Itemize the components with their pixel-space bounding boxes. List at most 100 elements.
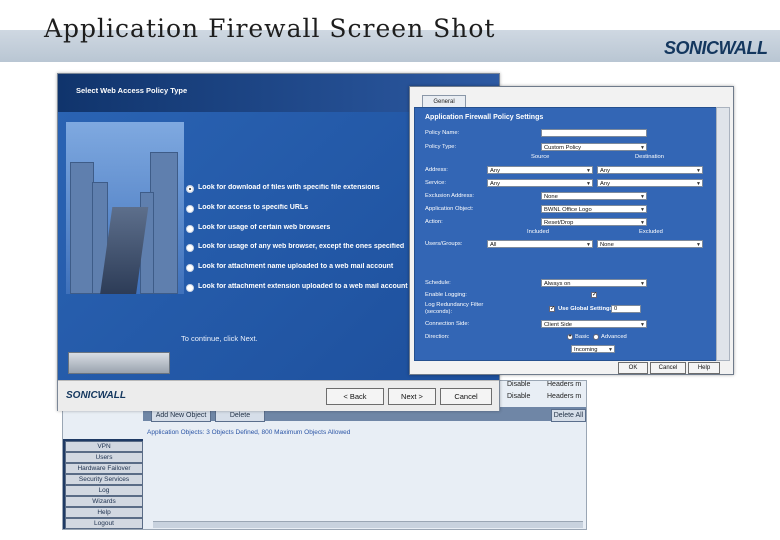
policy-footer: OK Cancel Help: [414, 361, 729, 374]
sidebar-item-help[interactable]: Help: [65, 507, 143, 518]
policy-cancel-button[interactable]: Cancel: [650, 362, 686, 374]
select-value: None: [600, 242, 614, 248]
select-value: Incoming: [574, 347, 598, 353]
included-header: Included: [527, 229, 549, 235]
table-row[interactable]: Disable Headers m: [503, 393, 586, 405]
rules-table: Disable Headers m Disable Headers m: [503, 381, 586, 405]
row-rule: Headers m: [547, 393, 582, 400]
direction-basic-radio[interactable]: •: [567, 334, 573, 340]
horizontal-scrollbar[interactable]: [153, 521, 583, 528]
select-value: Any: [600, 181, 610, 187]
source-address-select[interactable]: Any ▼: [487, 166, 593, 174]
help-button[interactable]: Help: [688, 362, 720, 374]
row-action: Disable: [507, 381, 531, 388]
delete-all-button[interactable]: Delete All: [551, 409, 586, 422]
connection-side-label: Connection Side:: [425, 321, 470, 327]
radio-icon[interactable]: [186, 205, 194, 213]
service-label: Service:: [425, 180, 446, 186]
use-global-settings-label: Use Global Settings: [558, 306, 613, 312]
vertical-scrollbar[interactable]: [716, 107, 730, 361]
exclusion-address-select[interactable]: None ▼: [541, 192, 647, 200]
ok-button[interactable]: OK: [618, 362, 648, 374]
sidebar-item-users[interactable]: Users: [65, 452, 143, 463]
connection-side-select[interactable]: Client Side ▼: [541, 320, 647, 328]
chevron-down-icon: ▼: [696, 181, 701, 187]
option-label: Look for attachment extension uploaded t…: [198, 283, 408, 290]
chevron-down-icon: ▼: [696, 242, 701, 248]
users-included-select[interactable]: All ▼: [487, 240, 593, 248]
radio-icon[interactable]: [186, 244, 194, 252]
radio-icon[interactable]: [186, 284, 194, 292]
select-value: Any: [490, 181, 500, 187]
users-excluded-select[interactable]: None ▼: [597, 240, 703, 248]
sidebar-item-wizards[interactable]: Wizards: [65, 496, 143, 507]
policy-name-input[interactable]: [541, 129, 647, 137]
radio-selected-icon[interactable]: [186, 185, 194, 193]
table-row[interactable]: Disable Headers m: [503, 381, 586, 393]
log-redundancy-input[interactable]: 0: [611, 305, 641, 313]
select-value: Any: [490, 168, 500, 174]
application-object-select[interactable]: BWNL Office Logo ▼: [541, 205, 647, 213]
policy-name-label: Policy Name:: [425, 130, 460, 136]
chevron-down-icon: ▼: [696, 168, 701, 174]
policy-heading: Application Firewall Policy Settings: [425, 114, 544, 121]
enable-logging-label: Enable Logging:: [425, 292, 467, 298]
building-shape: [70, 162, 94, 294]
back-button[interactable]: < Back: [326, 388, 384, 405]
chevron-down-icon: ▼: [640, 322, 645, 328]
chevron-down-icon: ▼: [586, 181, 591, 187]
use-global-settings-checkbox[interactable]: ✓: [549, 306, 555, 312]
sidebar-item-log[interactable]: Log: [65, 485, 143, 496]
schedule-select[interactable]: Always on ▼: [541, 279, 647, 287]
option-label: Look for usage of any web browser, excep…: [198, 243, 405, 250]
destination-header: Destination: [635, 154, 665, 160]
select-value: All: [490, 242, 497, 248]
next-button[interactable]: Next >: [388, 388, 436, 405]
radio-icon[interactable]: [186, 264, 194, 272]
wizard-hint: To continue, click Next.: [181, 334, 258, 343]
chevron-down-icon: ▼: [608, 347, 613, 353]
select-value: Any: [600, 168, 610, 174]
direction-select[interactable]: Incoming ▼: [571, 345, 615, 353]
sidebar-item-hardware-failover[interactable]: Hardware Failover: [65, 463, 143, 474]
chevron-down-icon: ▼: [640, 281, 645, 287]
source-service-select[interactable]: Any ▼: [487, 179, 593, 187]
sidebar-nav: VPN Users Hardware Failover Security Ser…: [63, 439, 143, 529]
chevron-down-icon: ▼: [640, 220, 645, 226]
chevron-down-icon: ▼: [586, 242, 591, 248]
option-label: Look for download of files with specific…: [198, 184, 380, 191]
policy-type-select[interactable]: Custom Policy ▼: [541, 143, 647, 151]
cancel-button[interactable]: Cancel: [440, 388, 492, 405]
brand-logo: SONICWALL: [664, 38, 768, 58]
direction-advanced-radio[interactable]: [593, 334, 599, 340]
sidebar-item-security-services[interactable]: Security Services: [65, 474, 143, 485]
source-header: Source: [531, 154, 550, 160]
address-label: Address:: [425, 167, 448, 173]
radio-icon[interactable]: [186, 225, 194, 233]
appliance-image: [68, 352, 170, 374]
enable-logging-checkbox[interactable]: ✓: [591, 292, 597, 298]
sidebar-item-logout[interactable]: Logout: [65, 518, 143, 529]
users-groups-label: Users/Groups:: [425, 241, 463, 247]
chevron-down-icon: ▼: [640, 194, 645, 200]
tab-strip: General: [414, 93, 729, 108]
option-label: Look for usage of certain web browsers: [198, 224, 331, 231]
destination-service-select[interactable]: Any ▼: [597, 179, 703, 187]
application-object-label: Application Object:: [425, 206, 474, 212]
schedule-label: Schedule:: [425, 280, 451, 286]
wizard-footer: SONICWALL < Back Next > Cancel: [58, 380, 499, 411]
action-label: Action:: [425, 219, 443, 225]
select-value: Always on: [544, 281, 571, 287]
action-select[interactable]: Reset/Drop ▼: [541, 218, 647, 226]
row-rule: Headers m: [547, 381, 582, 388]
city-illustration: [66, 122, 184, 294]
row-action: Disable: [507, 393, 531, 400]
direction-advanced-label: Advanced: [601, 334, 627, 340]
direction-basic-label: Basic: [575, 334, 590, 340]
destination-address-select[interactable]: Any ▼: [597, 166, 703, 174]
sidebar-item-vpn[interactable]: VPN: [65, 441, 143, 452]
select-value: BWNL Office Logo: [544, 207, 592, 213]
chevron-down-icon: ▼: [640, 207, 645, 213]
policy-settings-window: General Application Firewall Policy Sett…: [409, 86, 734, 375]
building-shape: [150, 152, 178, 294]
